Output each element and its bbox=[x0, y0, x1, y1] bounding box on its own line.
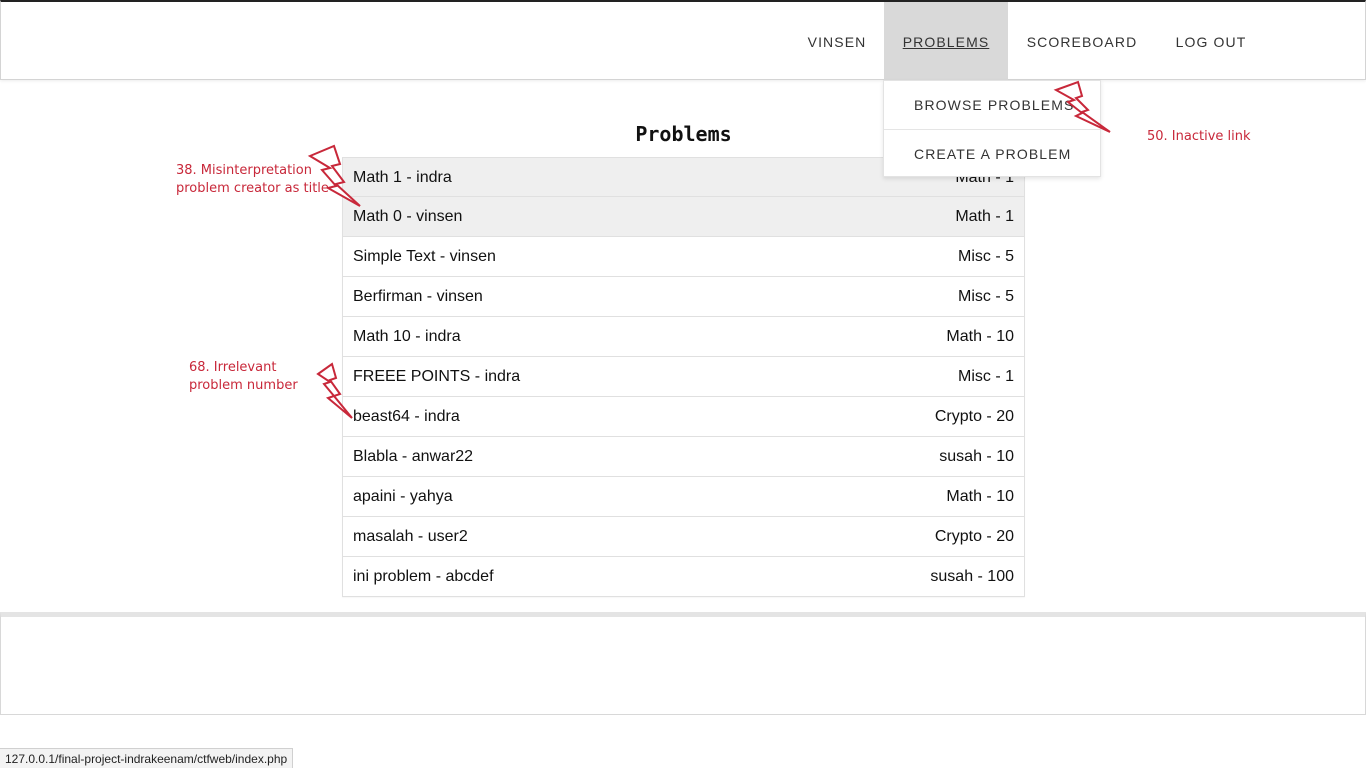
problem-row[interactable]: Berfirman - vinsen Misc - 5 bbox=[342, 277, 1025, 317]
problem-row[interactable]: masalah - user2 Crypto - 20 bbox=[342, 517, 1025, 557]
problem-title: masalah - user2 bbox=[353, 528, 468, 545]
problem-row[interactable]: Math 0 - vinsen Math - 1 bbox=[342, 197, 1025, 237]
lightning-bolt-icon bbox=[1053, 80, 1111, 133]
problem-title: Blabla - anwar22 bbox=[353, 448, 474, 465]
status-bar-url: 127.0.0.1/final-project-indrakeenam/ctfw… bbox=[0, 748, 294, 768]
problem-category-points: susah - 10 bbox=[939, 448, 1014, 465]
problem-title: Math 0 - vinsen bbox=[353, 208, 463, 225]
problem-title: Berfirman - vinsen bbox=[353, 288, 483, 305]
problem-category-points: Math - 10 bbox=[946, 328, 1014, 345]
nav-item-problems[interactable]: PROBLEMS bbox=[884, 2, 1008, 80]
problem-category-points: Crypto - 20 bbox=[934, 528, 1014, 545]
problem-row[interactable]: Blabla - anwar22 susah - 10 bbox=[342, 437, 1025, 477]
problem-category-points: Misc - 5 bbox=[958, 288, 1014, 305]
nav-item-label: VINSEN bbox=[807, 34, 867, 50]
annotation-line: 38. Misinterpretation bbox=[176, 163, 312, 178]
problem-row[interactable]: apaini - yahya Math - 10 bbox=[342, 477, 1025, 517]
problem-category-points: Crypto - 20 bbox=[934, 408, 1014, 425]
annotation-line: 50. Inactive link bbox=[1147, 129, 1251, 144]
problem-title: FREEE POINTS - indra bbox=[353, 368, 521, 385]
annotation-line: problem creator as title bbox=[176, 181, 329, 196]
lightning-bolt-icon bbox=[316, 362, 353, 419]
problem-category-points: Misc - 1 bbox=[958, 368, 1014, 385]
annotation-note: 68. Irrelevant problem number bbox=[189, 359, 298, 395]
problem-title: apaini - yahya bbox=[353, 488, 453, 505]
problem-category-points: susah - 100 bbox=[930, 568, 1014, 585]
problem-row[interactable]: FREEE POINTS - indra Misc - 1 bbox=[342, 357, 1025, 397]
problem-title: Simple Text - vinsen bbox=[353, 248, 496, 265]
problem-title: beast64 - indra bbox=[353, 408, 460, 425]
nav-item-label: LOG OUT bbox=[1175, 34, 1247, 50]
nav-item-scoreboard[interactable]: SCOREBOARD bbox=[1011, 2, 1153, 80]
annotation-note: 50. Inactive link bbox=[1147, 128, 1251, 146]
problem-category-points: Math - 10 bbox=[946, 488, 1014, 505]
menu-item-create-problem[interactable]: CREATE A PROBLEM bbox=[884, 129, 1100, 177]
nav-item-label: SCOREBOARD bbox=[1026, 34, 1138, 50]
problem-row[interactable]: Simple Text - vinsen Misc - 5 bbox=[342, 237, 1025, 277]
problem-list: Math 1 - indra Math - 1 Math 0 - vinsen … bbox=[342, 157, 1025, 597]
problem-category-points: Misc - 5 bbox=[958, 248, 1014, 265]
annotation-line: 68. Irrelevant bbox=[189, 360, 277, 375]
nav-item-label: PROBLEMS bbox=[902, 34, 990, 50]
annotation-line: problem number bbox=[189, 378, 298, 393]
annotation-note: 38. Misinterpretation problem creator as… bbox=[176, 162, 329, 198]
problem-title: Math 10 - indra bbox=[353, 328, 461, 345]
problem-title: Math 1 - indra bbox=[353, 169, 452, 186]
problem-row[interactable]: Math 10 - indra Math - 10 bbox=[342, 317, 1025, 357]
problem-row[interactable]: beast64 - indra Crypto - 20 bbox=[342, 397, 1025, 437]
top-navbar: VINSEN PROBLEMS SCOREBOARD LOG OUT bbox=[0, 0, 1366, 80]
problem-title: ini problem - abcdef bbox=[353, 568, 494, 585]
problem-category-points: Math - 1 bbox=[955, 208, 1014, 225]
page-footer bbox=[0, 612, 1366, 715]
problem-row[interactable]: ini problem - abcdef susah - 100 bbox=[342, 557, 1025, 597]
nav-item-logout[interactable]: LOG OUT bbox=[1161, 2, 1261, 80]
lightning-bolt-icon bbox=[307, 144, 361, 207]
nav-item-user[interactable]: VINSEN bbox=[793, 2, 881, 80]
